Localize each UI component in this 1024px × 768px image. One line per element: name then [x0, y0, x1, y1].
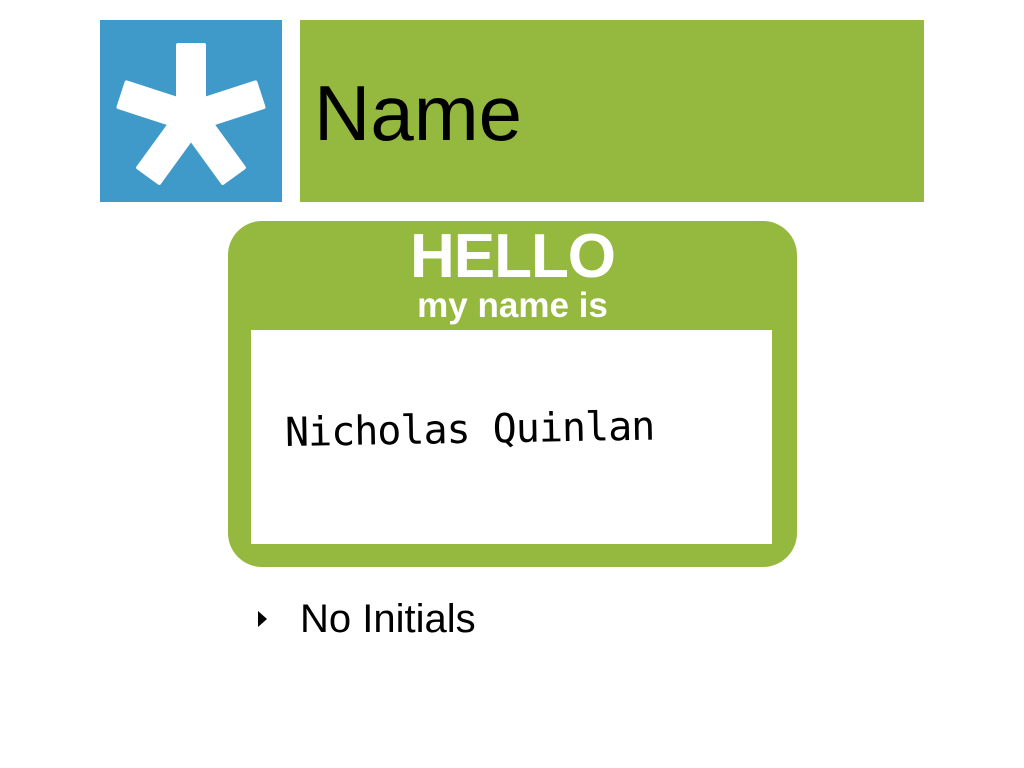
bullet-item: No Initials: [258, 597, 476, 641]
page-title: Name: [314, 69, 523, 157]
asterisk-icon-tile: [100, 20, 282, 202]
title-banner: Name: [300, 20, 924, 202]
hello-name-tag: HELLO my name is Nicholas Quinlan: [228, 221, 797, 567]
bullet-text: No Initials: [300, 597, 476, 641]
handwritten-name: Nicholas Quinlan: [284, 403, 655, 456]
asterisk-icon: [116, 43, 266, 185]
name-tag-writing-area: Nicholas Quinlan: [251, 330, 772, 544]
triangle-bullet-icon: [258, 611, 267, 627]
name-tag-greeting: HELLO: [409, 222, 616, 291]
name-tag-subtitle: my name is: [417, 286, 608, 325]
